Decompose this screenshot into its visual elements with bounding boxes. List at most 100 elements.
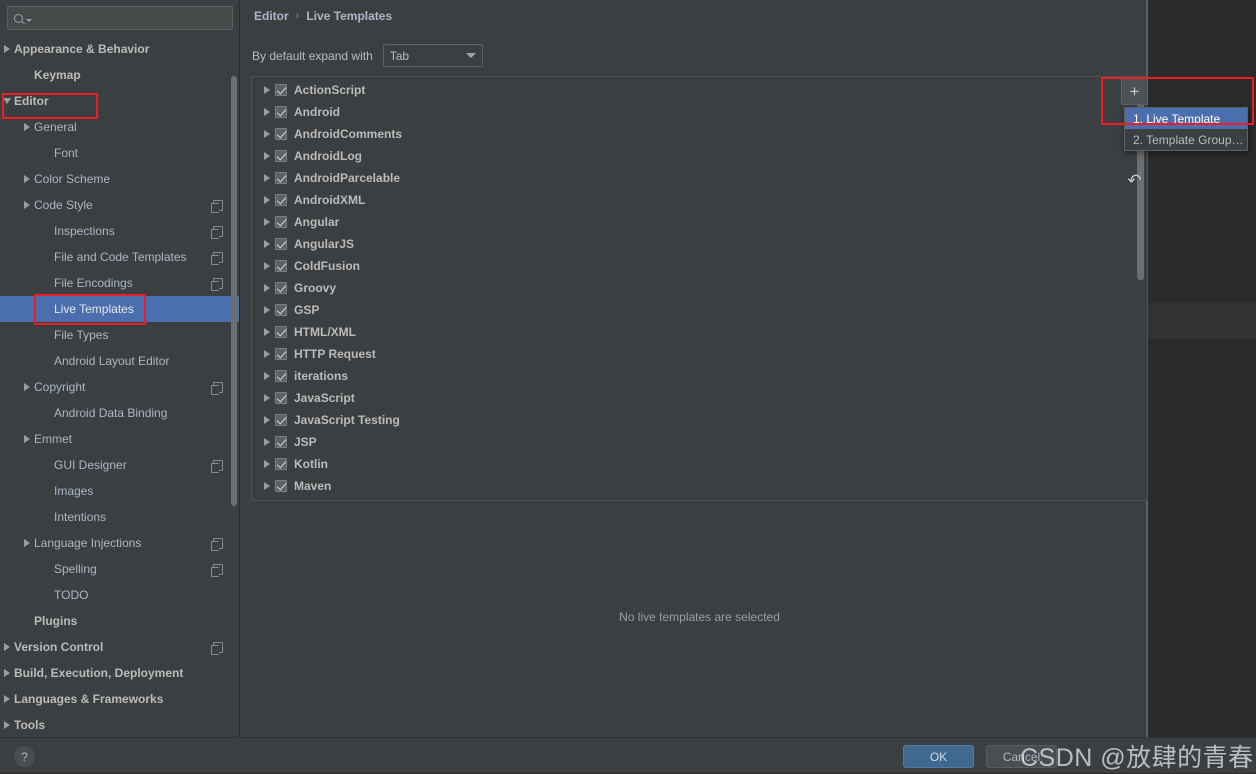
sidebar-item-file-types[interactable]: File Types — [0, 322, 239, 348]
sidebar-item-build-execution-deployment[interactable]: Build, Execution, Deployment — [0, 660, 239, 686]
chevron-right-icon[interactable] — [259, 262, 275, 270]
popup-menu-item[interactable]: 1. Live Template — [1125, 108, 1247, 129]
chevron-right-icon[interactable] — [0, 45, 14, 53]
chevron-right-icon[interactable] — [20, 175, 34, 183]
chevron-right-icon[interactable] — [259, 152, 275, 160]
sidebar-item-languages-frameworks[interactable]: Languages & Frameworks — [0, 686, 239, 712]
sidebar-item-android-data-binding[interactable]: Android Data Binding — [0, 400, 239, 426]
template-group-row[interactable]: AndroidParcelable — [252, 167, 1147, 189]
template-group-row[interactable]: HTML/XML — [252, 321, 1147, 343]
chevron-right-icon[interactable] — [259, 328, 275, 336]
chevron-right-icon[interactable] — [259, 416, 275, 424]
chevron-right-icon[interactable] — [259, 372, 275, 380]
chevron-right-icon[interactable] — [20, 539, 34, 547]
template-group-row[interactable]: JavaScript Testing — [252, 409, 1147, 431]
template-group-row[interactable]: JSP — [252, 431, 1147, 453]
template-group-row[interactable]: Kotlin — [252, 453, 1147, 475]
ok-button[interactable]: OK — [903, 745, 974, 768]
sidebar-item-emmet[interactable]: Emmet — [0, 426, 239, 452]
sidebar-item-android-layout-editor[interactable]: Android Layout Editor — [0, 348, 239, 374]
search-box[interactable] — [7, 6, 233, 30]
sidebar-item-appearance-behavior[interactable]: Appearance & Behavior — [0, 36, 239, 62]
template-group-row[interactable]: Maven — [252, 475, 1147, 497]
sidebar-item-tools[interactable]: Tools — [0, 712, 239, 737]
template-group-row[interactable]: AndroidComments — [252, 123, 1147, 145]
sidebar-item-code-style[interactable]: Code Style — [0, 192, 239, 218]
help-button[interactable]: ? — [14, 746, 35, 767]
chevron-right-icon[interactable] — [0, 695, 14, 703]
template-group-row[interactable]: Groovy — [252, 277, 1147, 299]
sidebar-item-version-control[interactable]: Version Control — [0, 634, 239, 660]
chevron-right-icon[interactable] — [259, 306, 275, 314]
sidebar-item-file-encodings[interactable]: File Encodings — [0, 270, 239, 296]
chevron-right-icon[interactable] — [20, 383, 34, 391]
expand-with-select[interactable]: Tab — [383, 44, 483, 67]
sidebar-item-intentions[interactable]: Intentions — [0, 504, 239, 530]
sidebar-item-file-and-code-templates[interactable]: File and Code Templates — [0, 244, 239, 270]
chevron-right-icon[interactable] — [0, 643, 14, 651]
template-groups-list[interactable]: ActionScriptAndroidAndroidCommentsAndroi… — [251, 76, 1148, 501]
chevron-right-icon[interactable] — [0, 721, 14, 729]
template-group-row[interactable]: JavaScript — [252, 387, 1147, 409]
chevron-right-icon[interactable] — [0, 669, 14, 677]
template-group-row[interactable]: GSP — [252, 299, 1147, 321]
chevron-down-icon[interactable] — [0, 98, 14, 104]
sidebar-item-language-injections[interactable]: Language Injections — [0, 530, 239, 556]
chevron-right-icon[interactable] — [259, 394, 275, 402]
add-template-button[interactable]: + — [1121, 78, 1148, 105]
template-group-checkbox[interactable] — [275, 260, 287, 272]
chevron-right-icon[interactable] — [20, 123, 34, 131]
template-group-checkbox[interactable] — [275, 348, 287, 360]
sidebar-item-font[interactable]: Font — [0, 140, 239, 166]
sidebar-item-copyright[interactable]: Copyright — [0, 374, 239, 400]
chevron-right-icon[interactable] — [20, 435, 34, 443]
template-group-checkbox[interactable] — [275, 436, 287, 448]
sidebar-item-color-scheme[interactable]: Color Scheme — [0, 166, 239, 192]
template-group-row[interactable]: Angular — [252, 211, 1147, 233]
template-group-checkbox[interactable] — [275, 150, 287, 162]
template-group-checkbox[interactable] — [275, 172, 287, 184]
chevron-right-icon[interactable] — [259, 86, 275, 94]
template-group-checkbox[interactable] — [275, 282, 287, 294]
template-group-row[interactable]: ActionScript — [252, 79, 1147, 101]
sidebar-item-general[interactable]: General — [0, 114, 239, 140]
template-group-row[interactable]: AndroidXML — [252, 189, 1147, 211]
chevron-right-icon[interactable] — [259, 240, 275, 248]
template-group-checkbox[interactable] — [275, 326, 287, 338]
sidebar-item-gui-designer[interactable]: GUI Designer — [0, 452, 239, 478]
template-group-checkbox[interactable] — [275, 370, 287, 382]
template-group-row[interactable]: ColdFusion — [252, 255, 1147, 277]
sidebar-item-todo[interactable]: TODO — [0, 582, 239, 608]
chevron-right-icon[interactable] — [259, 350, 275, 358]
chevron-right-icon[interactable] — [259, 130, 275, 138]
popup-menu-item[interactable]: 2. Template Group… — [1125, 129, 1247, 150]
sidebar-item-keymap[interactable]: Keymap — [0, 62, 239, 88]
revert-button[interactable]: ↶ — [1121, 167, 1148, 194]
template-group-checkbox[interactable] — [275, 194, 287, 206]
template-group-row[interactable]: AngularJS — [252, 233, 1147, 255]
settings-tree-scroll[interactable]: Appearance & BehaviorKeymapEditorGeneral… — [0, 36, 239, 737]
template-group-checkbox[interactable] — [275, 216, 287, 228]
settings-tree-scrollbar[interactable] — [231, 76, 237, 506]
chevron-right-icon[interactable] — [259, 460, 275, 468]
template-group-checkbox[interactable] — [275, 128, 287, 140]
template-group-checkbox[interactable] — [275, 106, 287, 118]
chevron-right-icon[interactable] — [259, 174, 275, 182]
sidebar-item-images[interactable]: Images — [0, 478, 239, 504]
sidebar-item-live-templates[interactable]: Live Templates — [0, 296, 239, 322]
template-group-row[interactable]: HTTP Request — [252, 343, 1147, 365]
sidebar-item-inspections[interactable]: Inspections — [0, 218, 239, 244]
chevron-right-icon[interactable] — [259, 108, 275, 116]
search-input[interactable] — [36, 11, 226, 25]
template-group-checkbox[interactable] — [275, 414, 287, 426]
chevron-right-icon[interactable] — [259, 196, 275, 204]
template-group-checkbox[interactable] — [275, 458, 287, 470]
template-group-checkbox[interactable] — [275, 304, 287, 316]
template-group-checkbox[interactable] — [275, 392, 287, 404]
chevron-right-icon[interactable] — [259, 218, 275, 226]
template-group-checkbox[interactable] — [275, 238, 287, 250]
chevron-right-icon[interactable] — [259, 438, 275, 446]
breadcrumb-root[interactable]: Editor — [254, 9, 289, 23]
sidebar-item-spelling[interactable]: Spelling — [0, 556, 239, 582]
chevron-right-icon[interactable] — [20, 201, 34, 209]
